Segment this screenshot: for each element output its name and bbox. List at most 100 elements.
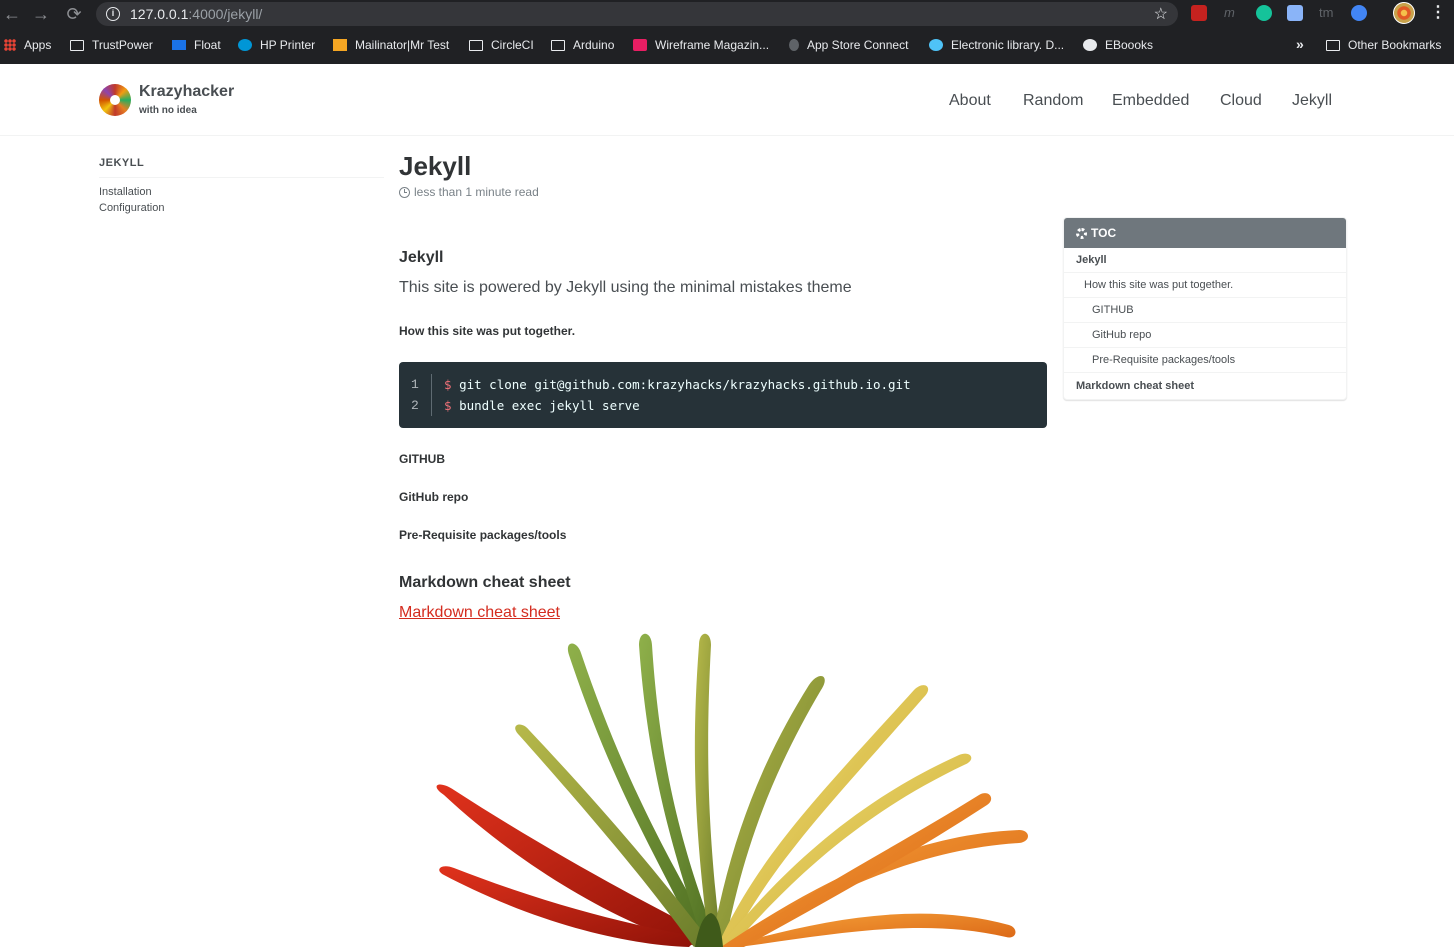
bookmark-other[interactable]: Other Bookmarks <box>1326 36 1441 54</box>
clock-icon <box>399 186 410 198</box>
bookmark-label: Other Bookmarks <box>1348 38 1442 52</box>
chili-peppers-illustration <box>436 633 1028 947</box>
bookmark-apps[interactable]: Apps <box>4 36 51 54</box>
bookmark-label: Arduino <box>573 38 615 52</box>
bookmark-trustpower[interactable]: TrustPower <box>70 36 153 54</box>
code-text: bundle exec jekyll serve <box>459 398 640 413</box>
sidebar-item-configuration[interactable]: Configuration <box>99 202 164 214</box>
toc-title: TOC <box>1091 226 1117 240</box>
bookmark-electronic-library[interactable]: Electronic library. D... <box>929 36 1064 54</box>
toc-item-put-together[interactable]: How this site was put together. <box>1064 273 1346 298</box>
bookmark-label: Wireframe Magazin... <box>655 38 770 52</box>
bookmark-ebooks[interactable]: EBoooks <box>1083 36 1153 54</box>
toc-header: TOC <box>1064 218 1346 248</box>
bookmark-label: Electronic library. D... <box>951 38 1065 52</box>
code-block: 1 2 $ git clone git@github.com:krazyhack… <box>399 362 1047 428</box>
extension-m-icon[interactable]: m <box>1224 5 1235 20</box>
heading-markdown: Markdown cheat sheet <box>399 574 571 591</box>
apps-grid-icon <box>4 39 16 51</box>
sidebar-title: JEKYLL <box>99 157 384 178</box>
heading-prereq: Pre-Requisite packages/tools <box>399 528 567 542</box>
heading-github-repo: GitHub repo <box>399 490 469 504</box>
sidebar-item-installation[interactable]: Installation <box>99 186 152 198</box>
bookmark-float[interactable]: Float <box>172 36 221 54</box>
prompt-symbol: $ <box>444 377 452 392</box>
bookmark-label: Float <box>194 38 221 52</box>
heading-put-together: How this site was put together. <box>399 324 576 338</box>
site-logo[interactable] <box>99 84 131 116</box>
github-icon <box>1083 39 1097 51</box>
toc-item-jekyll[interactable]: Jekyll <box>1064 248 1346 273</box>
code-gutter-divider <box>431 374 432 416</box>
library-icon <box>929 39 943 51</box>
folder-icon <box>70 39 84 51</box>
bookmark-mailinator[interactable]: Mailinator|Mr Test <box>333 36 449 54</box>
heading-github: GITHUB <box>399 452 445 466</box>
extension-red-icon[interactable] <box>1191 5 1207 21</box>
bookmark-label: HP Printer <box>260 38 316 52</box>
bookmark-label: EBoooks <box>1105 38 1154 52</box>
mailinator-icon <box>333 39 347 51</box>
apple-icon <box>789 39 799 51</box>
folder-icon <box>469 39 483 51</box>
bookmark-label: Mailinator|Mr Test <box>355 38 450 52</box>
read-time-text: less than 1 minute read <box>414 185 539 199</box>
grammarly-icon[interactable] <box>1256 5 1272 21</box>
address-bar[interactable]: i 127.0.0.1:4000/jekyll/ ☆ <box>96 2 1178 26</box>
nav-cloud[interactable]: Cloud <box>1220 92 1262 110</box>
extension-plus-icon[interactable] <box>1351 5 1367 21</box>
toc-item-markdown[interactable]: Markdown cheat sheet <box>1064 373 1346 398</box>
heading-jekyll: Jekyll <box>399 249 444 266</box>
markdown-cheat-sheet-link[interactable]: Markdown cheat sheet <box>399 604 560 622</box>
site-info-icon[interactable]: i <box>106 7 120 21</box>
code-line: $ git clone git@github.com:krazyhacks/kr… <box>444 377 911 392</box>
folder-icon <box>1326 39 1340 51</box>
bookmark-label: TrustPower <box>92 38 153 52</box>
reload-icon[interactable]: ⟳ <box>64 4 84 24</box>
code-line: $ bundle exec jekyll serve <box>444 398 640 413</box>
toc-item-github-repo[interactable]: GitHub repo <box>1064 323 1346 348</box>
profile-avatar[interactable] <box>1393 2 1415 24</box>
hp-icon <box>238 39 252 51</box>
extension-tm-icon[interactable]: tm <box>1319 5 1333 20</box>
bookmark-label: Apps <box>24 38 52 52</box>
lead-paragraph: This site is powered by Jekyll using the… <box>399 279 852 296</box>
bookmark-label: App Store Connect <box>807 38 909 52</box>
url-path: :4000/jekyll/ <box>188 6 263 22</box>
prompt-symbol: $ <box>444 398 452 413</box>
bookmark-app-store-connect[interactable]: App Store Connect <box>789 36 908 54</box>
address-text[interactable]: 127.0.0.1:4000/jekyll/ <box>130 6 262 22</box>
more-bookmarks-icon[interactable]: » <box>1296 36 1304 52</box>
nav-random[interactable]: Random <box>1023 92 1083 110</box>
page-title: Jekyll <box>399 151 472 181</box>
extension-grid-icon[interactable] <box>1287 5 1303 21</box>
forward-icon[interactable]: → <box>31 4 51 24</box>
chili-peppers-image <box>399 625 1047 947</box>
read-time: less than 1 minute read <box>399 185 539 199</box>
menu-kebab-icon[interactable]: ⋮ <box>1430 3 1446 23</box>
bookmark-label: CircleCI <box>491 38 534 52</box>
back-icon[interactable]: ← <box>2 4 22 24</box>
toc-item-github[interactable]: GITHUB <box>1064 298 1346 323</box>
nav-about[interactable]: About <box>949 92 991 110</box>
bookmark-hp-printer[interactable]: HP Printer <box>238 36 315 54</box>
bookmark-wireframe[interactable]: Wireframe Magazin... <box>633 36 769 54</box>
toc-item-prereq[interactable]: Pre-Requisite packages/tools <box>1064 348 1346 373</box>
gear-icon <box>1076 227 1087 239</box>
nav-embedded[interactable]: Embedded <box>1112 92 1189 110</box>
masthead: Krazyhacker with no idea About Random Em… <box>0 64 1454 136</box>
code-text: git clone git@github.com:krazyhacks/kraz… <box>459 377 911 392</box>
folder-icon <box>551 39 565 51</box>
bookmark-circleci[interactable]: CircleCI <box>469 36 534 54</box>
browser-toolbar: ← → ⟳ i 127.0.0.1:4000/jekyll/ ☆ m tm ⋮ <box>0 0 1454 28</box>
float-icon <box>172 40 186 50</box>
line-number: 2 <box>411 398 419 413</box>
bookmark-arduino[interactable]: Arduino <box>551 36 614 54</box>
site-title[interactable]: Krazyhacker <box>139 83 234 101</box>
bookmarks-bar: Apps TrustPower Float HP Printer Mailina… <box>0 34 1454 56</box>
browser-chrome: ← → ⟳ i 127.0.0.1:4000/jekyll/ ☆ m tm ⋮ … <box>0 0 1454 64</box>
site-subtitle: with no idea <box>139 105 197 116</box>
line-number: 1 <box>411 377 419 392</box>
bookmark-star-icon[interactable]: ☆ <box>1154 4 1168 24</box>
nav-jekyll[interactable]: Jekyll <box>1292 92 1332 110</box>
